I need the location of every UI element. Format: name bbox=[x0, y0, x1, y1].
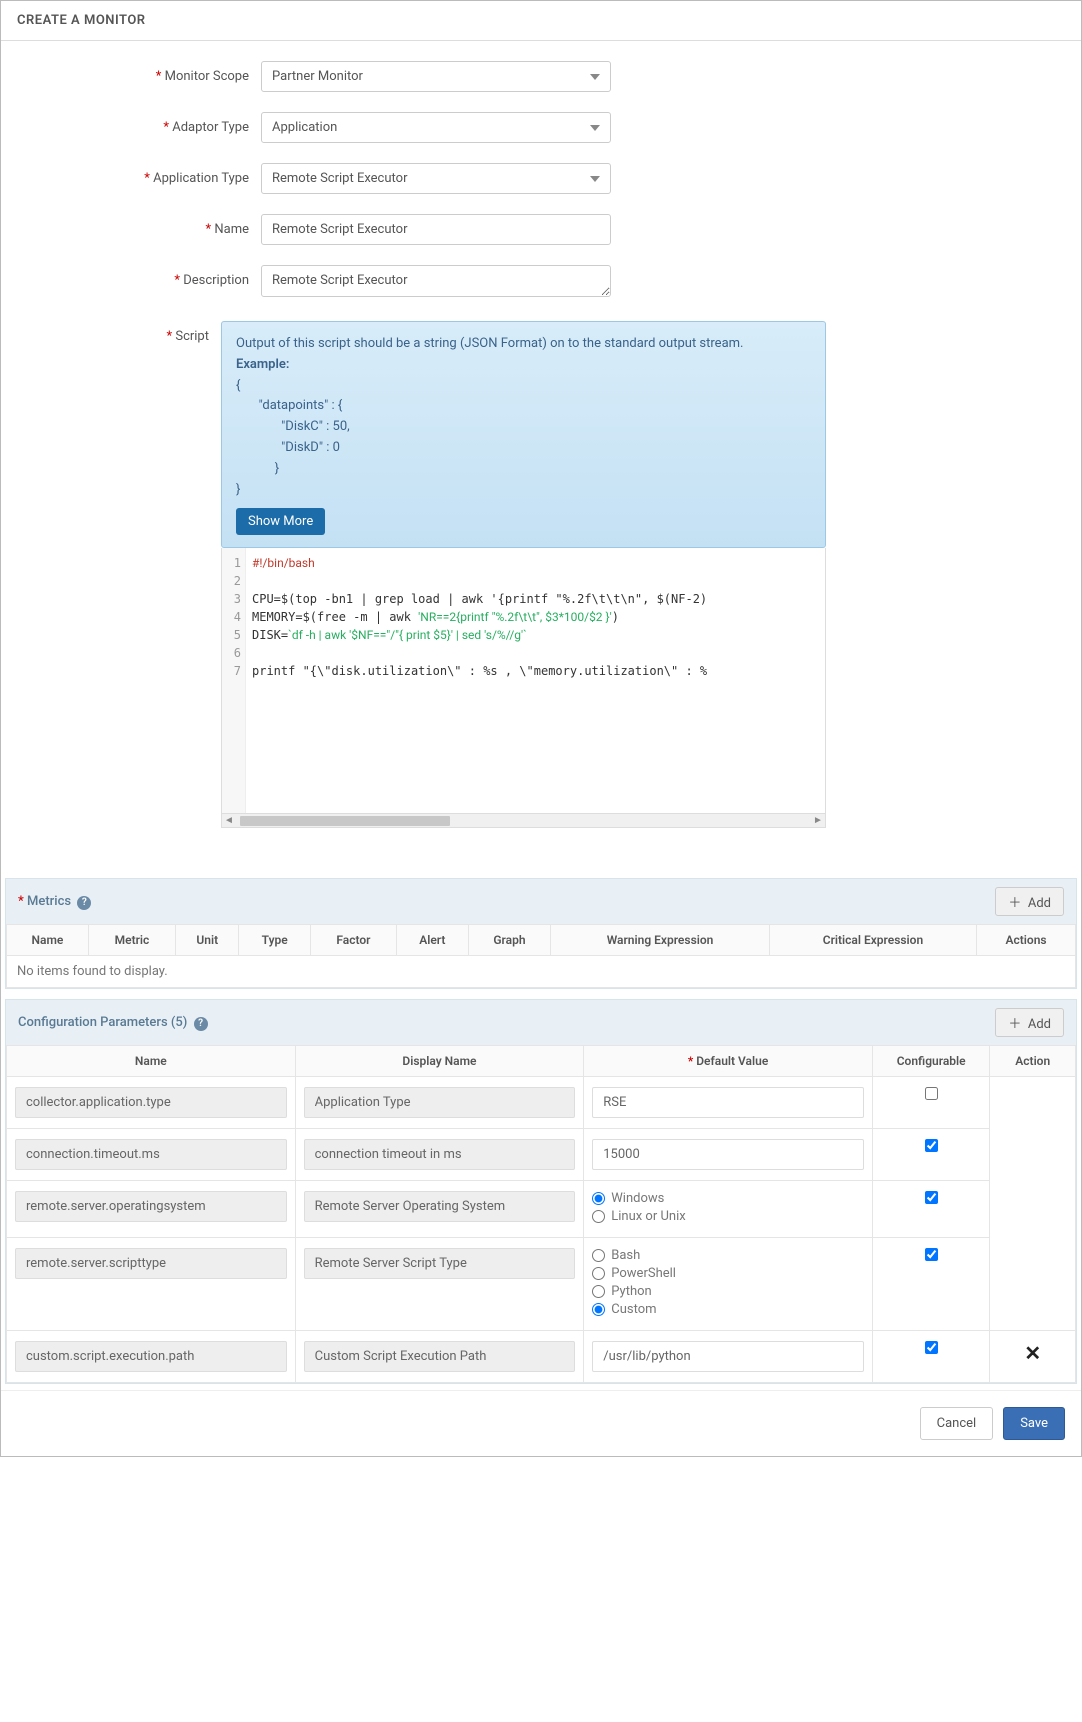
show-more-button[interactable]: Show More bbox=[236, 508, 325, 535]
metrics-add-button[interactable]: ＋ Add bbox=[995, 887, 1064, 916]
page-title: CREATE A MONITOR bbox=[1, 1, 1081, 41]
config-table: Name Display Name * Default Value Config… bbox=[6, 1045, 1076, 1383]
config-row: Windows Linux or Unix bbox=[7, 1181, 1076, 1238]
footer: Cancel Save bbox=[1, 1390, 1081, 1456]
param-name-input bbox=[15, 1248, 287, 1279]
param-name-input bbox=[15, 1191, 287, 1222]
config-panel: Configuration Parameters (5) ? ＋ Add Nam… bbox=[5, 999, 1077, 1384]
metrics-panel: * Metrics ? ＋ Add NameMetricUnitTypeFact… bbox=[5, 878, 1077, 989]
param-radio-option[interactable]: Custom bbox=[592, 1302, 864, 1317]
metrics-empty: No items found to display. bbox=[7, 956, 1076, 988]
adaptor-type-label: * Adaptor Type bbox=[21, 112, 261, 135]
code-scrollbar[interactable]: ◄ ► bbox=[222, 813, 825, 827]
metrics-col: Alert bbox=[396, 925, 468, 956]
col-display: Display Name bbox=[295, 1046, 584, 1077]
col-name: Name bbox=[7, 1046, 296, 1077]
application-type-select[interactable]: Remote Script Executor bbox=[261, 163, 611, 194]
col-action: Action bbox=[990, 1046, 1076, 1077]
param-radio-option[interactable]: PowerShell bbox=[592, 1266, 864, 1281]
adaptor-type-select[interactable]: Application bbox=[261, 112, 611, 143]
param-radio-option[interactable]: Bash bbox=[592, 1248, 864, 1263]
delete-row-button[interactable]: ✕ bbox=[990, 1331, 1076, 1383]
help-icon[interactable]: ? bbox=[77, 896, 91, 910]
metrics-title: Metrics bbox=[27, 894, 71, 909]
param-configurable-checkbox[interactable] bbox=[925, 1341, 938, 1354]
param-value-input[interactable] bbox=[592, 1139, 864, 1170]
param-value-input[interactable] bbox=[592, 1341, 864, 1372]
description-label: * Description bbox=[21, 265, 261, 288]
metrics-col: Metric bbox=[88, 925, 175, 956]
metrics-col: Name bbox=[7, 925, 89, 956]
action-cell bbox=[990, 1077, 1076, 1331]
scroll-left-icon[interactable]: ◄ bbox=[222, 815, 236, 826]
metrics-col: Factor bbox=[310, 925, 396, 956]
plus-icon: ＋ bbox=[1008, 896, 1021, 911]
monitor-scope-label: * Monitor Scope bbox=[21, 61, 261, 84]
monitor-scope-select[interactable]: Partner Monitor bbox=[261, 61, 611, 92]
plus-icon: ＋ bbox=[1008, 1017, 1021, 1032]
param-name-input bbox=[15, 1139, 287, 1170]
param-display-input bbox=[304, 1341, 576, 1372]
param-configurable-checkbox[interactable] bbox=[925, 1087, 938, 1100]
code-editor[interactable]: 1 2 3 4 5 6 7 #!/bin/bash CPU=$(top -bn1… bbox=[221, 548, 826, 828]
form-section: * Monitor Scope Partner Monitor * Adapto… bbox=[1, 41, 1081, 868]
scroll-thumb[interactable] bbox=[240, 816, 450, 826]
param-display-input bbox=[304, 1087, 576, 1118]
col-default: * Default Value bbox=[584, 1046, 873, 1077]
config-title: Configuration Parameters (5) bbox=[18, 1015, 187, 1030]
config-row: Bash PowerShell Python Custom bbox=[7, 1238, 1076, 1331]
config-row bbox=[7, 1129, 1076, 1181]
script-label: * Script bbox=[21, 321, 221, 344]
application-type-label: * Application Type bbox=[21, 163, 261, 186]
metrics-col: Unit bbox=[176, 925, 239, 956]
script-hint-box: Output of this script should be a string… bbox=[221, 321, 826, 548]
config-row bbox=[7, 1077, 1076, 1129]
param-radio-option[interactable]: Linux or Unix bbox=[592, 1209, 864, 1224]
code-gutter: 1 2 3 4 5 6 7 bbox=[222, 548, 246, 813]
description-input[interactable]: Remote Script Executor bbox=[261, 265, 611, 297]
param-name-input bbox=[15, 1087, 287, 1118]
param-configurable-checkbox[interactable] bbox=[925, 1248, 938, 1261]
param-name-input bbox=[15, 1341, 287, 1372]
param-display-input bbox=[304, 1248, 576, 1279]
col-configurable: Configurable bbox=[872, 1046, 990, 1077]
metrics-col: Graph bbox=[468, 925, 551, 956]
save-button[interactable]: Save bbox=[1003, 1407, 1065, 1440]
close-icon: ✕ bbox=[1024, 1341, 1041, 1365]
code-lines[interactable]: #!/bin/bash CPU=$(top -bn1 | grep load |… bbox=[246, 548, 825, 813]
metrics-col: Warning Expression bbox=[551, 925, 770, 956]
param-display-input bbox=[304, 1191, 576, 1222]
config-add-button[interactable]: ＋ Add bbox=[995, 1008, 1064, 1037]
help-icon[interactable]: ? bbox=[194, 1017, 208, 1031]
metrics-col: Critical Expression bbox=[769, 925, 976, 956]
param-display-input bbox=[304, 1139, 576, 1170]
param-configurable-checkbox[interactable] bbox=[925, 1191, 938, 1204]
param-radio-option[interactable]: Python bbox=[592, 1284, 864, 1299]
cancel-button[interactable]: Cancel bbox=[920, 1407, 994, 1440]
scroll-right-icon[interactable]: ► bbox=[811, 815, 825, 826]
metrics-col: Actions bbox=[977, 925, 1076, 956]
metrics-col: Type bbox=[239, 925, 310, 956]
param-configurable-checkbox[interactable] bbox=[925, 1139, 938, 1152]
metrics-table: NameMetricUnitTypeFactorAlertGraphWarnin… bbox=[6, 924, 1076, 988]
name-label: * Name bbox=[21, 214, 261, 237]
name-input[interactable] bbox=[261, 214, 611, 245]
param-value-input[interactable] bbox=[592, 1087, 864, 1118]
param-radio-option[interactable]: Windows bbox=[592, 1191, 864, 1206]
config-row: ✕ bbox=[7, 1331, 1076, 1383]
